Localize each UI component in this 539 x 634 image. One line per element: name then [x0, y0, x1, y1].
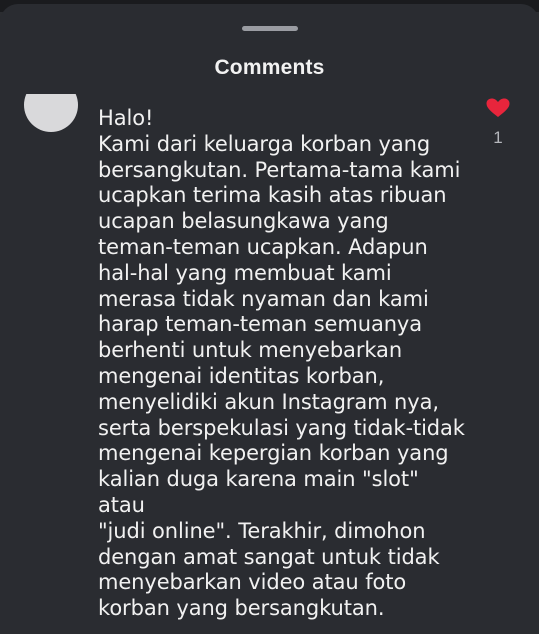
comment-item: Halo! Kami dari keluarga korban yang ber…: [0, 94, 539, 634]
heart-icon[interactable]: [486, 98, 510, 118]
avatar[interactable]: [24, 94, 78, 132]
like-column: 1: [480, 98, 516, 148]
comments-sheet: Comments Halo! Kami dari keluarga korban…: [0, 4, 539, 630]
drag-handle[interactable]: [242, 26, 298, 31]
sheet-title: Comments: [214, 56, 325, 79]
comment-text: Halo! Kami dari keluarga korban yang ber…: [98, 106, 465, 621]
like-count: 1: [493, 128, 503, 147]
